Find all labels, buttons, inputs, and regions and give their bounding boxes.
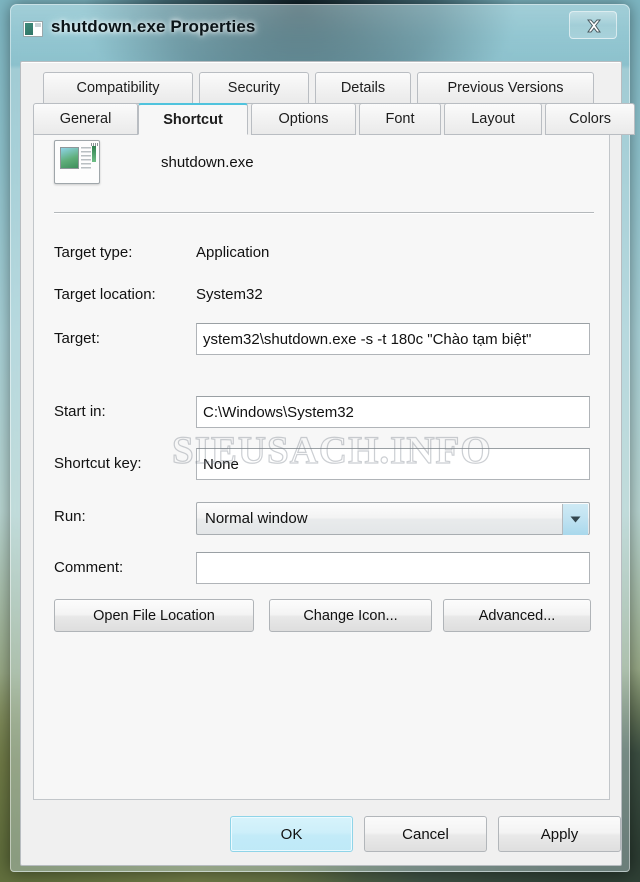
tab-security[interactable]: Security — [199, 72, 309, 104]
tab-shortcut[interactable]: Shortcut — [138, 103, 248, 135]
tab-previous-versions[interactable]: Previous Versions — [417, 72, 594, 104]
shortcut-file-icon — [54, 140, 100, 184]
window-title: shutdown.exe Properties — [51, 17, 256, 36]
change-icon-button[interactable]: Change Icon... — [269, 599, 432, 632]
tab-strip: Compatibility Security Details Previous … — [33, 72, 635, 136]
comment-input[interactable] — [196, 552, 590, 584]
target-location-label: Target location: — [54, 286, 156, 303]
desktop-background: shutdown.exe Properties Compatibility Se… — [0, 0, 640, 882]
button-label: Change Icon... — [303, 607, 398, 624]
tab-label: Shortcut — [163, 111, 223, 128]
start-in-input[interactable]: C:\Windows\System32 — [196, 396, 590, 428]
run-select[interactable]: Normal window — [196, 502, 590, 535]
apply-button[interactable]: Apply — [498, 816, 621, 852]
tab-general[interactable]: General — [33, 103, 138, 135]
tab-label: Colors — [569, 111, 611, 127]
app-window-icon — [23, 21, 43, 37]
tab-row-bottom: General Shortcut Options Font Layout Col… — [33, 103, 635, 135]
button-label: Apply — [540, 825, 579, 843]
dialog-client-area: Compatibility Security Details Previous … — [20, 61, 635, 866]
icon-text-lines — [81, 147, 91, 169]
shortcut-file-name: shutdown.exe — [161, 154, 254, 171]
close-icon[interactable] — [569, 11, 617, 39]
target-type-label: Target type: — [54, 244, 133, 261]
shortcut-key-label: Shortcut key: — [54, 455, 142, 472]
tab-details[interactable]: Details — [315, 72, 411, 104]
button-label: OK — [280, 825, 303, 843]
icon-dots — [91, 143, 99, 146]
dialog-footer: OK Cancel Apply — [21, 804, 623, 866]
tab-font[interactable]: Font — [359, 103, 441, 135]
cancel-button[interactable]: Cancel — [364, 816, 487, 852]
target-location-value: System32 — [196, 286, 263, 303]
tab-label: Security — [227, 80, 281, 96]
tab-label: General — [59, 111, 112, 127]
tab-layout[interactable]: Layout — [444, 103, 542, 135]
tab-options[interactable]: Options — [251, 103, 356, 135]
icon-picture-area — [60, 147, 79, 169]
properties-window: shutdown.exe Properties Compatibility Se… — [10, 4, 635, 872]
tab-label: Previous Versions — [447, 80, 564, 96]
tab-colors[interactable]: Colors — [545, 103, 635, 135]
tab-label: Options — [278, 111, 329, 127]
chevron-down-icon[interactable] — [562, 504, 588, 535]
tab-label: Layout — [471, 111, 515, 127]
section-divider — [54, 212, 594, 213]
start-in-label: Start in: — [54, 403, 106, 420]
button-label: Cancel — [402, 825, 449, 843]
tab-label: Font — [385, 111, 415, 127]
run-label: Run: — [54, 508, 86, 525]
chevron-glyph — [570, 516, 581, 523]
button-label: Open File Location — [93, 607, 215, 624]
window-titlebar[interactable]: shutdown.exe Properties — [11, 5, 629, 63]
tab-label: Compatibility — [76, 80, 160, 96]
tab-row-top: Compatibility Security Details Previous … — [33, 72, 610, 104]
target-label: Target: — [54, 330, 100, 347]
target-input[interactable]: ystem32\shutdown.exe -s -t 180c "Chào tạ… — [196, 323, 590, 355]
button-label: Advanced... — [478, 607, 556, 624]
target-type-value: Application — [196, 244, 270, 261]
comment-label: Comment: — [54, 559, 124, 576]
close-glyph — [586, 19, 602, 33]
tab-compatibility[interactable]: Compatibility — [43, 72, 193, 104]
run-selected-value: Normal window — [205, 510, 308, 527]
open-file-location-button[interactable]: Open File Location — [54, 599, 254, 632]
advanced-button[interactable]: Advanced... — [443, 599, 591, 632]
shortcut-key-input[interactable]: None — [196, 448, 590, 480]
icon-green-bar — [92, 146, 96, 162]
tab-label: Details — [340, 80, 386, 96]
ok-button[interactable]: OK — [230, 816, 353, 852]
